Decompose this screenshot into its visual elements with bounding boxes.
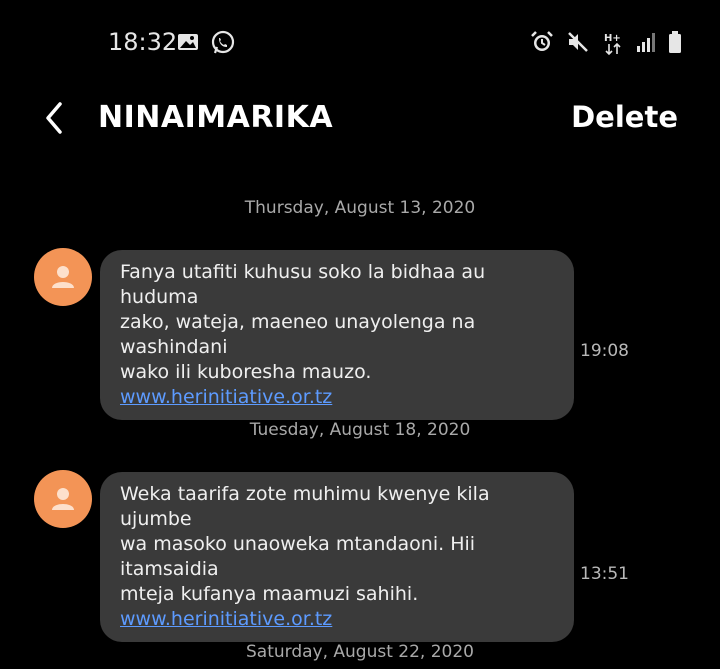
- status-time: 18:32: [108, 28, 178, 56]
- delete-button[interactable]: Delete: [571, 100, 678, 134]
- message-link[interactable]: www.herinitiative.or.tz: [120, 607, 332, 632]
- signal-icon: [636, 30, 658, 56]
- person-icon: [52, 488, 74, 510]
- gallery-icon: [176, 30, 202, 56]
- chevron-left-icon: [46, 102, 62, 134]
- message-bubble[interactable]: Fanya utafiti kuhusu soko la bidhaa au h…: [100, 250, 574, 420]
- status-bar: 18:32 H+: [0, 0, 720, 80]
- person-icon: [52, 266, 74, 288]
- message-time: 19:08: [580, 341, 629, 361]
- svg-text:H+: H+: [604, 33, 621, 44]
- date-separator: Saturday, August 22, 2020: [245, 642, 474, 662]
- message-line: Fanya utafiti kuhusu soko la bidhaa au h…: [120, 261, 486, 308]
- message-line: wako ili kuboresha mauzo.: [120, 361, 372, 383]
- message-bubble[interactable]: Weka taarifa zote muhimu kwenye kila uju…: [100, 472, 574, 642]
- message-line: wa masoko unaoweka mtandaoni. Hii itamsa…: [120, 533, 476, 580]
- message-line: zako, wateja, maeneo unayolenga na washi…: [120, 311, 476, 358]
- avatar[interactable]: [34, 248, 92, 306]
- message-time: 13:51: [580, 564, 629, 584]
- avatar[interactable]: [34, 470, 92, 528]
- battery-icon: [668, 30, 682, 56]
- alarm-icon: [530, 30, 556, 56]
- app-header: NINAIMARIKA Delete: [0, 90, 720, 150]
- whatsapp-icon: [210, 30, 236, 56]
- message-link[interactable]: www.herinitiative.or.tz: [120, 385, 332, 410]
- date-separator: Tuesday, August 18, 2020: [249, 420, 471, 440]
- date-separator: Thursday, August 13, 2020: [244, 198, 476, 218]
- network-icon: H+: [602, 30, 626, 56]
- conversation-title: NINAIMARIKA: [98, 100, 334, 135]
- mute-icon: [566, 30, 592, 56]
- message-line: mteja kufanya maamuzi sahihi.: [120, 583, 419, 605]
- message-line: Weka taarifa zote muhimu kwenye kila uju…: [120, 483, 490, 530]
- back-button[interactable]: [36, 96, 76, 140]
